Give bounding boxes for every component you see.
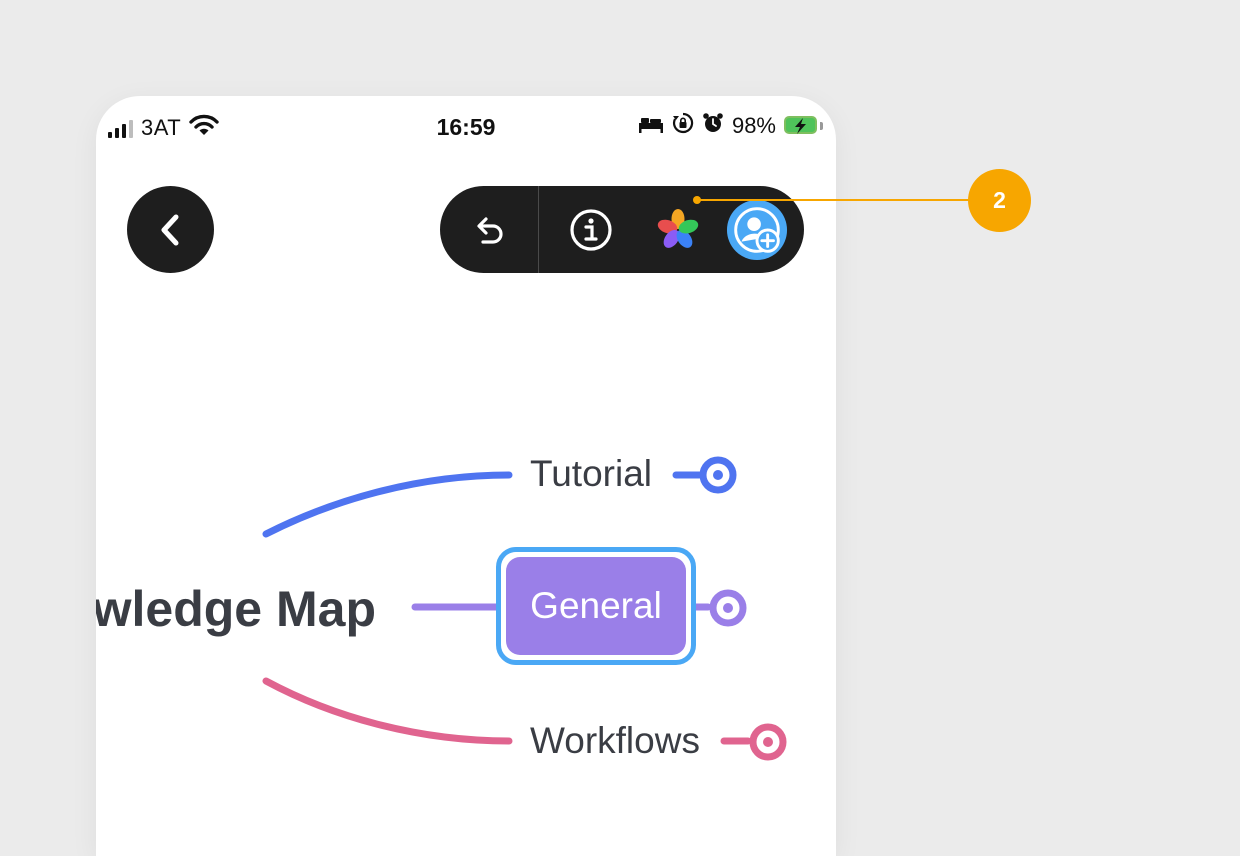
topic-tutorial[interactable]: Tutorial <box>530 453 652 495</box>
selected-topic-frame[interactable]: General <box>496 547 696 665</box>
callout-badge: 2 <box>968 169 1031 232</box>
root-topic[interactable]: Knowledge Map <box>96 580 376 638</box>
topic-workflows[interactable]: Workflows <box>530 720 700 762</box>
branch-line-tutorial <box>262 471 513 538</box>
phone-screen: 3AT 16:59 98% wledge Map Tutorial Genera… <box>96 96 836 856</box>
branch-line-workflows <box>262 677 513 745</box>
mind-map-connectors <box>262 456 787 761</box>
topic-general[interactable]: General <box>506 557 686 655</box>
